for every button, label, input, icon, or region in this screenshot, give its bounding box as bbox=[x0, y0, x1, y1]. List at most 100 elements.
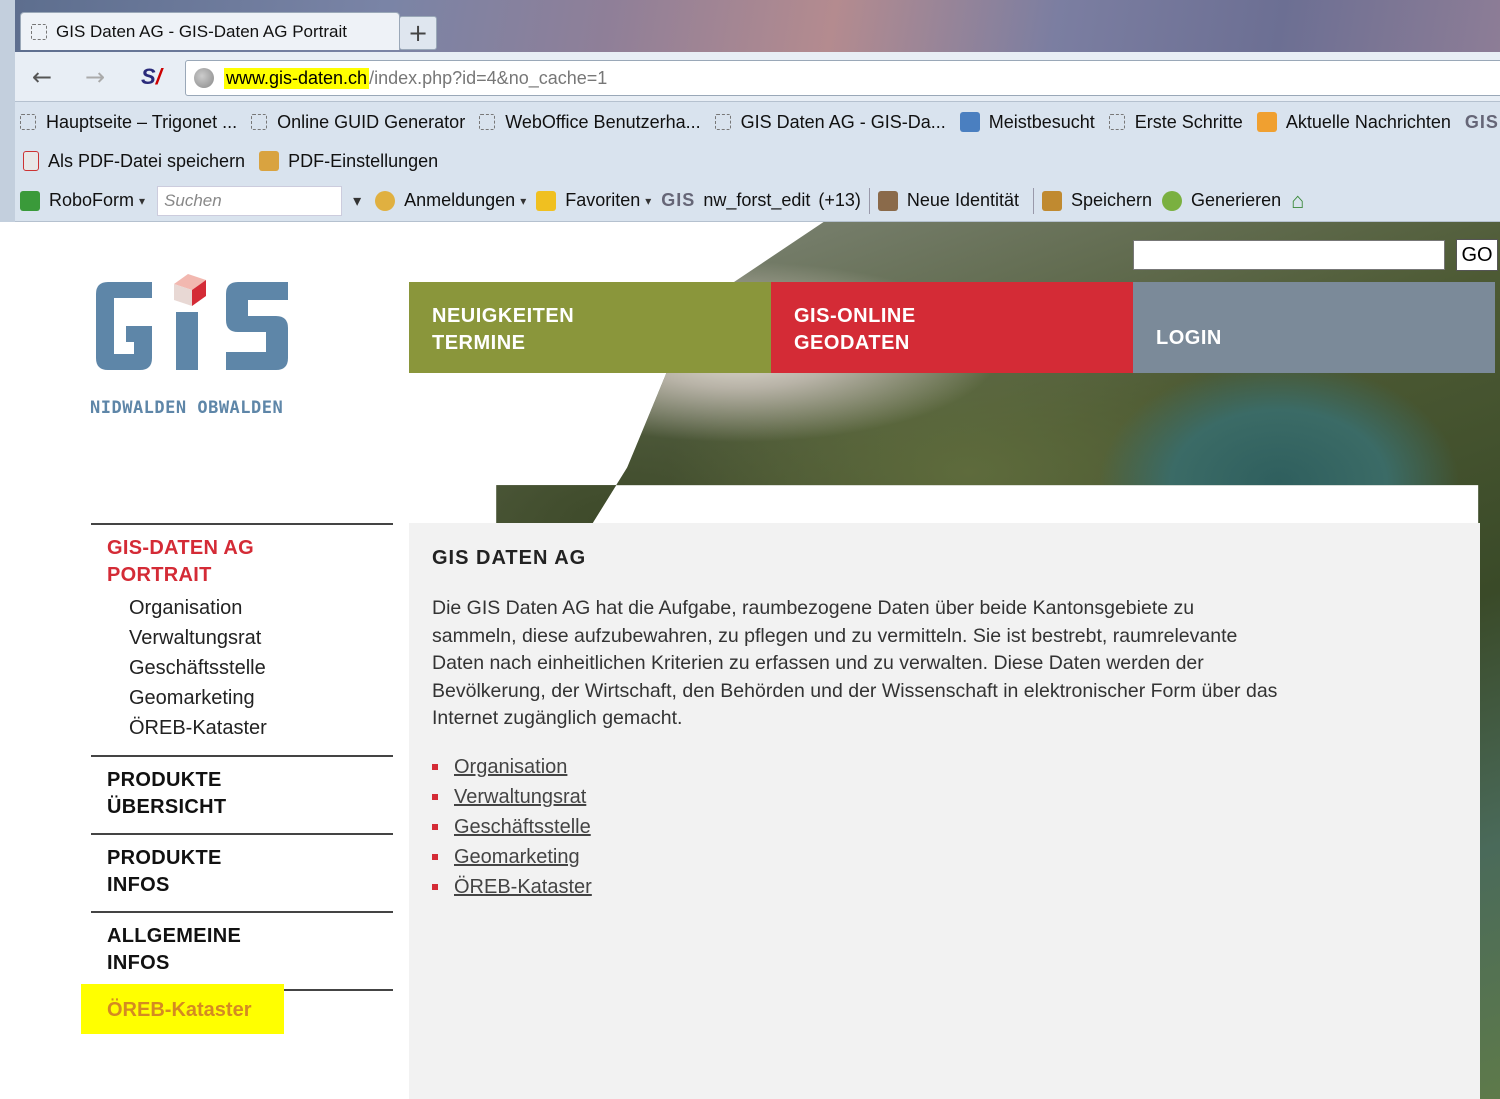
sidebar-item-portrait[interactable]: GIS-DATEN AG PORTRAIT bbox=[107, 535, 393, 589]
magnifier-icon bbox=[959, 112, 980, 132]
bookmark-label: Aktuelle Nachrichten bbox=[1285, 111, 1451, 132]
nw-forst-bookmark[interactable]: GIS nw_forst_edit bbox=[661, 190, 810, 211]
save-icon bbox=[1041, 190, 1062, 211]
sidebar-subitem-oereb[interactable]: ÖREB-Kataster bbox=[129, 713, 393, 743]
list-item: Verwaltungsrat bbox=[432, 782, 1457, 812]
sidebar-item-oereb-kataster[interactable]: ÖREB-Kataster bbox=[81, 984, 284, 1034]
rss-icon bbox=[1256, 112, 1277, 132]
page-icon bbox=[1108, 114, 1125, 130]
nav-label: LOGIN bbox=[1156, 327, 1222, 349]
sidebar-item-label: PORTRAIT bbox=[107, 564, 212, 586]
toolbar-divider bbox=[1032, 187, 1034, 214]
sidebar-item-label: PRODUKTE bbox=[107, 769, 222, 791]
bookmark-label: Meistbesucht bbox=[988, 111, 1095, 132]
sidebar-item-label: ÜBERSICHT bbox=[107, 796, 227, 818]
save-as-pdf-button[interactable]: Als PDF-Datei speichern bbox=[23, 151, 245, 172]
new-tab-button[interactable]: + bbox=[399, 16, 437, 50]
bookmark-label: Erste Schritte bbox=[1134, 111, 1243, 132]
sidebar-section-produkte-infos: PRODUKTE INFOS bbox=[91, 833, 393, 911]
nav-label: GEODATEN bbox=[794, 332, 910, 354]
bookmark-item[interactable]: GIS Daten AG - GIS-Da... bbox=[714, 112, 946, 133]
page-icon bbox=[251, 114, 268, 130]
sidebar-item-allgemeine-infos[interactable]: ALLGEMEINE INFOS bbox=[107, 923, 393, 977]
nav-news-events[interactable]: NEUIGKEITEN TERMINE bbox=[409, 282, 771, 373]
navigation-bar: ← → S/ www.gis-daten.ch /index.php?id=4&… bbox=[15, 52, 1500, 102]
bookmark-item[interactable]: GISW bbox=[1465, 112, 1500, 133]
list-item: Organisation bbox=[432, 752, 1457, 782]
dropdown-caret-icon: ▾ bbox=[520, 193, 527, 208]
sidebar-item-produkte-infos[interactable]: PRODUKTE INFOS bbox=[107, 845, 393, 899]
logins-label: Anmeldungen bbox=[404, 190, 516, 210]
sidebar-item-produkte-uebersicht[interactable]: PRODUKTE ÜBERSICHT bbox=[107, 767, 393, 821]
bookmark-item[interactable]: Aktuelle Nachrichten bbox=[1256, 111, 1451, 133]
go-button[interactable]: GO bbox=[1456, 239, 1498, 271]
page-icon bbox=[714, 114, 731, 130]
sidebar-subitem-organisation[interactable]: Organisation bbox=[129, 593, 393, 623]
bookmark-label: Online GUID Generator bbox=[277, 111, 466, 132]
page-icon bbox=[31, 23, 47, 40]
forward-arrow-icon[interactable]: → bbox=[78, 60, 112, 94]
intro-paragraph: Die GIS Daten AG hat die Aufgabe, raumbe… bbox=[432, 597, 1278, 729]
bookmark-label: Hauptseite – Trigonet ... bbox=[46, 111, 238, 132]
sidebar: GIS-DATEN AG PORTRAIT Organisation Verwa… bbox=[91, 523, 393, 991]
bullet-icon bbox=[432, 793, 438, 800]
link-organisation[interactable]: Organisation bbox=[454, 752, 567, 782]
sidebar-item-label: GIS-DATEN AG bbox=[107, 537, 254, 559]
link-verwaltungsrat[interactable]: Verwaltungsrat bbox=[454, 782, 586, 812]
back-arrow-icon[interactable]: ← bbox=[25, 60, 59, 94]
save-button[interactable]: Speichern bbox=[1041, 190, 1152, 211]
sidebar-submenu: Organisation Verwaltungsrat Geschäftsste… bbox=[107, 589, 393, 743]
nav-login[interactable]: LOGIN bbox=[1133, 282, 1495, 373]
logins-icon bbox=[375, 190, 396, 211]
roboform-search-input[interactable]: Suchen bbox=[157, 185, 343, 216]
url-path: /index.php?id=4&no_cache=1 bbox=[369, 67, 608, 88]
toolbar-divider bbox=[868, 187, 870, 214]
logo-subtitle: NIDWALDEN OBWALDEN bbox=[90, 398, 284, 418]
pdf-settings-button[interactable]: PDF-Einstellungen bbox=[259, 151, 438, 172]
link-geschaeftsstelle[interactable]: Geschäftsstelle bbox=[454, 812, 591, 842]
new-identity-button[interactable]: Neue Identität bbox=[877, 190, 1019, 211]
link-geomarketing[interactable]: Geomarketing bbox=[454, 842, 580, 872]
site-search-input[interactable] bbox=[1133, 240, 1445, 270]
title-bar: GIS Daten AG - GIS-Daten AG Portrait + bbox=[15, 0, 1500, 52]
bookmark-item[interactable]: Online GUID Generator bbox=[251, 112, 465, 133]
sj-addon-icon[interactable]: S/ bbox=[141, 64, 162, 90]
favorites-label: Favoriten bbox=[565, 190, 641, 210]
link-oereb-kataster[interactable]: ÖREB-Kataster bbox=[454, 872, 592, 902]
browser-tab[interactable]: GIS Daten AG - GIS-Daten AG Portrait bbox=[20, 12, 400, 50]
nav-label: TERMINE bbox=[432, 332, 526, 354]
roboform-menu[interactable]: RoboForm ▾ bbox=[20, 190, 145, 211]
generate-button[interactable]: Generieren bbox=[1162, 190, 1281, 211]
address-bar[interactable]: www.gis-daten.ch /index.php?id=4&no_cach… bbox=[185, 60, 1500, 96]
logins-menu[interactable]: Anmeldungen ▾ bbox=[375, 190, 526, 211]
nav-gis-online[interactable]: GIS-ONLINE GEODATEN bbox=[771, 282, 1133, 373]
pdf-save-label: Als PDF-Datei speichern bbox=[48, 150, 246, 171]
sidebar-subitem-geschaeftsstelle[interactable]: Geschäftsstelle bbox=[129, 653, 393, 683]
home-icon[interactable]: ⌂ bbox=[1291, 188, 1304, 214]
bookmark-item[interactable]: Erste Schritte bbox=[1108, 111, 1243, 133]
sidebar-item-label: INFOS bbox=[107, 874, 170, 896]
identity-card-icon bbox=[877, 190, 898, 211]
bookmark-item[interactable]: Hauptseite – Trigonet ... bbox=[20, 112, 237, 133]
sidebar-item-label: ALLGEMEINE bbox=[107, 925, 242, 947]
page-icon bbox=[20, 114, 36, 130]
generate-icon bbox=[1162, 190, 1183, 211]
pdf-icon bbox=[23, 151, 39, 171]
more-count[interactable]: (+13) bbox=[818, 190, 861, 211]
list-item: Geschäftsstelle bbox=[432, 812, 1457, 842]
bookmark-item[interactable]: Meistbesucht bbox=[959, 111, 1095, 133]
generate-label: Generieren bbox=[1191, 190, 1282, 210]
sidebar-subitem-verwaltungsrat[interactable]: Verwaltungsrat bbox=[129, 623, 393, 653]
favorites-menu[interactable]: Favoriten ▾ bbox=[536, 190, 651, 211]
roboform-icon bbox=[20, 190, 40, 211]
bookmarks-bar: Hauptseite – Trigonet ... Online GUID Ge… bbox=[15, 102, 1500, 142]
sidebar-item-label: PRODUKTE bbox=[107, 847, 222, 869]
bookmark-item[interactable]: WebOffice Benutzerha... bbox=[479, 111, 701, 133]
sidebar-subitem-geomarketing[interactable]: Geomarketing bbox=[129, 683, 393, 713]
nw-forst-label: nw_forst_edit bbox=[703, 190, 811, 210]
bookmark-label: WebOffice Benutzerha... bbox=[505, 111, 701, 132]
web-page: GO NIDWALDEN OBWALDEN NEUIGKEITEN TERMIN… bbox=[15, 222, 1500, 1099]
pdf-settings-icon bbox=[259, 151, 280, 171]
dropdown-caret-icon: ▾ bbox=[645, 193, 652, 208]
chevron-down-icon[interactable]: ▾ bbox=[353, 191, 361, 211]
